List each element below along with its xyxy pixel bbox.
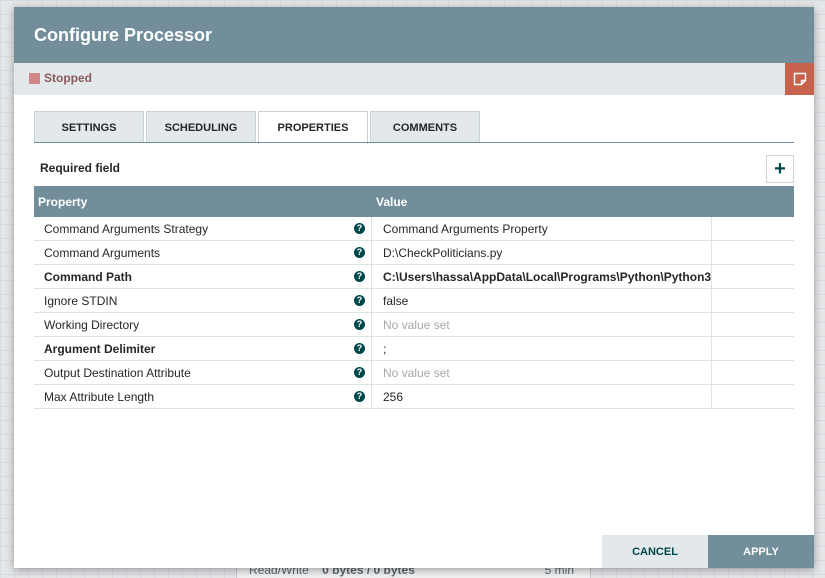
status-bar: Stopped — [14, 63, 814, 95]
help-icon[interactable]: ? — [354, 319, 365, 330]
plus-icon: + — [774, 157, 786, 180]
required-field-label: Required field — [40, 161, 121, 175]
tab-properties[interactable]: PROPERTIES — [258, 111, 368, 144]
tab-divider — [34, 142, 794, 143]
note-button[interactable] — [785, 63, 814, 95]
help-icon[interactable]: ? — [354, 223, 365, 234]
table-row[interactable]: Command Arguments Strategy ? Command Arg… — [34, 217, 794, 241]
properties-table: Property Value Command Arguments Strateg… — [34, 186, 794, 409]
tab-settings[interactable]: SETTINGS — [34, 111, 144, 143]
table-row[interactable]: Working Directory ? No value set — [34, 313, 794, 337]
sticky-note-icon — [793, 72, 806, 86]
property-value[interactable]: Command Arguments Property — [383, 222, 548, 236]
tab-comments[interactable]: COMMENTS — [370, 111, 480, 143]
property-name: Max Attribute Length — [44, 390, 155, 404]
property-value[interactable]: C:\Users\hassa\AppData\Local\Programs\Py… — [383, 270, 711, 284]
property-name: Ignore STDIN — [44, 294, 118, 308]
property-name: Command Arguments Strategy — [44, 222, 209, 236]
help-icon[interactable]: ? — [354, 295, 365, 306]
property-name: Argument Delimiter — [44, 342, 156, 356]
dialog-title: Configure Processor — [34, 25, 213, 45]
table-row[interactable]: Argument Delimiter ? ; — [34, 337, 794, 361]
apply-button[interactable]: APPLY — [708, 535, 814, 568]
property-value[interactable]: false — [383, 294, 408, 308]
help-icon[interactable]: ? — [354, 343, 365, 354]
property-name: Command Arguments — [44, 246, 161, 260]
column-header-property[interactable]: Property — [38, 195, 87, 209]
dialog-header: Configure Processor — [14, 7, 814, 63]
property-name: Command Path — [44, 270, 133, 284]
help-icon[interactable]: ? — [354, 271, 365, 282]
table-row[interactable]: Command Path ? C:\Users\hassa\AppData\Lo… — [34, 265, 794, 289]
property-name: Output Destination Attribute — [44, 366, 191, 380]
status-label: Stopped — [44, 71, 92, 85]
cancel-button[interactable]: CANCEL — [602, 535, 708, 568]
table-row[interactable]: Output Destination Attribute ? No value … — [34, 361, 794, 385]
stopped-icon — [29, 73, 40, 84]
table-row[interactable]: Command Arguments ? D:\CheckPoliticians.… — [34, 241, 794, 265]
column-header-value[interactable]: Value — [376, 195, 407, 209]
configure-processor-dialog: Configure Processor Stopped SETTINGS SCH… — [14, 7, 814, 568]
property-value[interactable]: No value set — [383, 366, 450, 380]
help-icon[interactable]: ? — [354, 367, 365, 378]
help-icon[interactable]: ? — [354, 391, 365, 402]
property-value[interactable]: No value set — [383, 318, 450, 332]
table-header: Property Value — [34, 186, 794, 217]
property-value[interactable]: D:\CheckPoliticians.py — [383, 246, 502, 260]
property-value[interactable]: ; — [383, 342, 386, 356]
tab-scheduling[interactable]: SCHEDULING — [146, 111, 256, 143]
table-row[interactable]: Max Attribute Length ? 256 — [34, 385, 794, 409]
tab-bar: SETTINGS SCHEDULING PROPERTIES COMMENTS — [34, 111, 482, 144]
property-name: Working Directory — [44, 318, 140, 332]
add-property-button[interactable]: + — [766, 155, 794, 183]
table-row[interactable]: Ignore STDIN ? false — [34, 289, 794, 313]
property-value[interactable]: 256 — [383, 390, 403, 404]
help-icon[interactable]: ? — [354, 247, 365, 258]
